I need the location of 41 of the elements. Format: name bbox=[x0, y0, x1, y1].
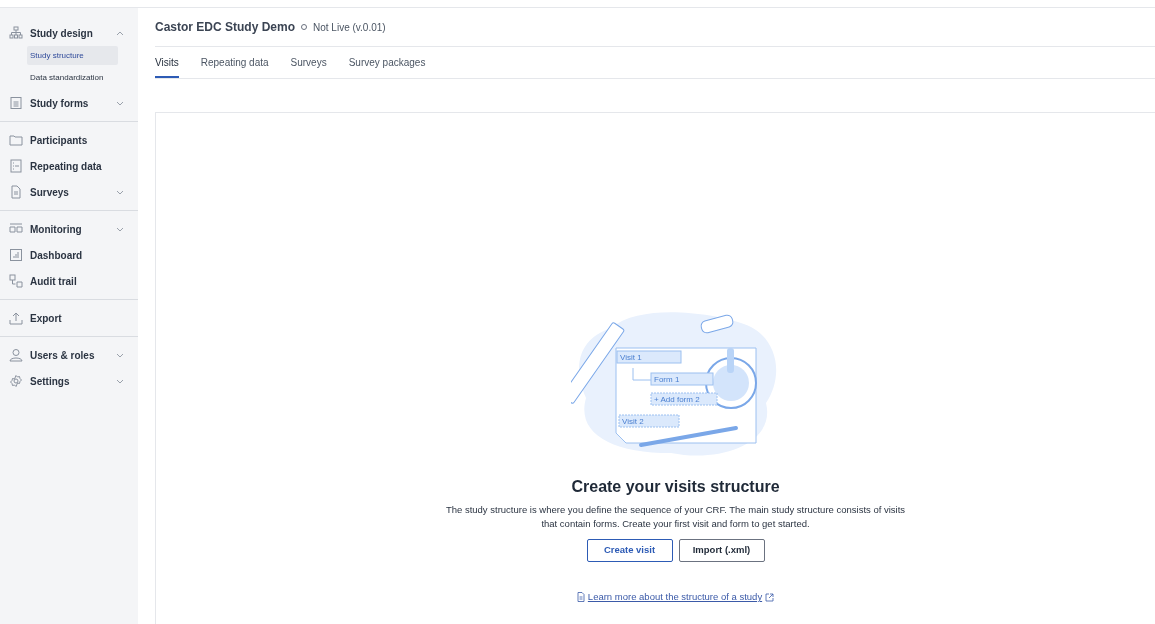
sidebar-item[interactable]: Audit trail bbox=[0, 268, 138, 294]
user-icon bbox=[9, 348, 23, 362]
external-link-icon bbox=[765, 592, 775, 602]
tab[interactable]: Survey packages bbox=[348, 55, 426, 78]
document-icon bbox=[576, 592, 585, 603]
sidebar-item[interactable]: Export bbox=[0, 305, 138, 331]
sidebar-item[interactable]: Surveys bbox=[0, 179, 138, 205]
study-title: Castor EDC Study Demo bbox=[155, 19, 296, 36]
document-icon bbox=[9, 185, 23, 199]
folder-icon bbox=[9, 133, 23, 147]
sidebar-item[interactable]: Participants bbox=[0, 127, 138, 153]
hierarchy-icon bbox=[9, 26, 23, 40]
upload-icon bbox=[9, 311, 23, 325]
clipboard-icon bbox=[9, 96, 23, 110]
sidebar-item[interactable]: Settings bbox=[0, 368, 138, 394]
illustration-label: Visit 2 bbox=[621, 417, 644, 426]
empty-state-title: Create your visits structure bbox=[571, 477, 780, 497]
sidebar-item[interactable]: Study design bbox=[0, 20, 138, 46]
create-visit-button[interactable]: Create visit bbox=[586, 539, 673, 562]
sidebar-subitem[interactable]: Study structure bbox=[27, 46, 118, 65]
illustration-label: + Add form 2 bbox=[653, 395, 700, 404]
sidebar-item[interactable]: Study forms bbox=[0, 90, 138, 116]
study-status: Not Live (v.0.01) bbox=[313, 20, 386, 35]
import-button[interactable]: Import (.xml) bbox=[678, 539, 765, 562]
gear-icon bbox=[9, 374, 23, 388]
illustration-label: Visit 1 bbox=[619, 353, 642, 362]
bar-chart-icon bbox=[9, 248, 23, 262]
tab[interactable]: Visits bbox=[155, 55, 179, 78]
sidebar-item[interactable]: Users & roles bbox=[0, 342, 138, 368]
sidebar-item[interactable]: Monitoring bbox=[0, 216, 138, 242]
sidebar-subitem[interactable]: Data standardization bbox=[27, 68, 118, 87]
audit-icon bbox=[9, 274, 23, 288]
tab[interactable]: Surveys bbox=[290, 55, 327, 78]
illustration-label: Form 1 bbox=[653, 375, 679, 384]
sidebar-item[interactable]: Repeating data bbox=[0, 153, 138, 179]
monitor-icon bbox=[9, 222, 23, 236]
learn-more-link[interactable]: Learn more about the structure of a study bbox=[587, 590, 763, 605]
list-icon bbox=[9, 159, 23, 173]
empty-state-description: The study structure is where you define the sequence of your CRF. The main study structure consists of visits that contain forms. Create your first visit and form to get started. bbox=[445, 503, 906, 531]
tab[interactable]: Repeating data bbox=[200, 55, 269, 78]
sidebar-item[interactable]: Dashboard bbox=[0, 242, 138, 268]
